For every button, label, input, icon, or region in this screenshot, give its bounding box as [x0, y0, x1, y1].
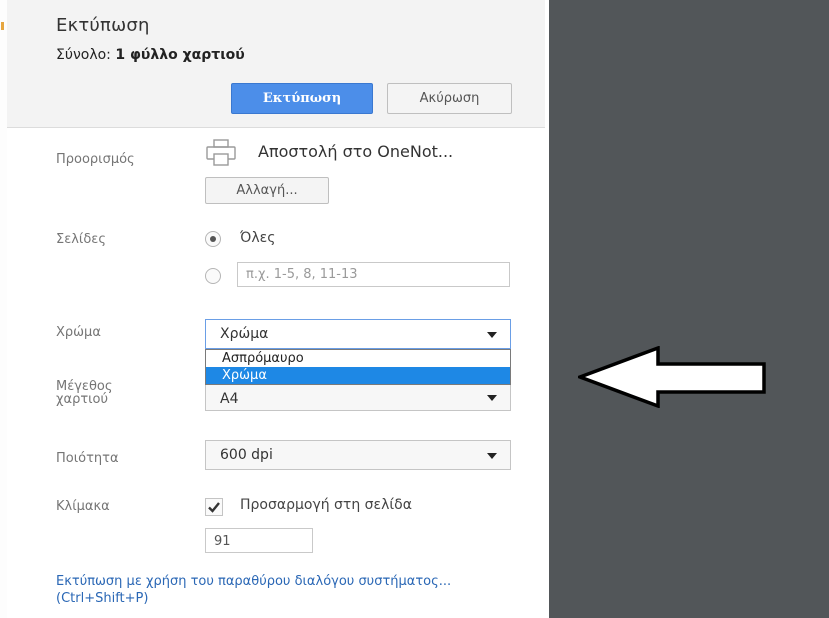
scale-input[interactable]: 91 [205, 528, 313, 553]
quality-label: Ποιότητα [56, 451, 119, 466]
cancel-button[interactable]: Ακύρωση [387, 83, 512, 114]
edge-marker [1, 22, 4, 30]
paper-size-label-text: Μέγεθος χαρτιού [56, 379, 113, 407]
radio-all-pages[interactable] [205, 231, 221, 247]
scale-label: Κλίμακα [56, 499, 110, 514]
radio-checked-icon [210, 236, 216, 242]
paper-size-select[interactable]: A4 [205, 381, 511, 411]
paper-size-label: Μέγεθος χαρτιού [56, 380, 146, 406]
left-edge-strip [0, 0, 7, 618]
dialog-title: Εκτύπωση [56, 15, 150, 36]
paper-size-value: A4 [220, 391, 239, 407]
system-dialog-link[interactable]: Εκτύπωση με χρήση του παραθύρου διαλόγου… [56, 573, 516, 607]
fit-to-page-label: Προσαρμογή στη σελίδα [240, 497, 412, 513]
chevron-down-icon [487, 332, 497, 338]
pages-label: Σελίδες [56, 232, 106, 247]
color-option-color[interactable]: Χρώμα [206, 367, 510, 384]
radio-custom-pages[interactable] [205, 268, 221, 284]
quality-value: 600 dpi [220, 447, 273, 463]
printer-icon [206, 139, 236, 166]
all-pages-label: Όλες [240, 230, 276, 246]
preview-divider [545, 0, 549, 618]
color-select-value: Χρώμα [220, 326, 269, 342]
custom-pages-input[interactable]: π.χ. 1-5, 8, 11-13 [237, 262, 510, 287]
sheet-summary: Σύνολο: 1 φύλλο χαρτιού [56, 47, 245, 63]
summary-prefix: Σύνολο: [56, 47, 111, 63]
left-arrow-icon [578, 346, 766, 408]
color-label: Χρώμα [56, 325, 101, 340]
chevron-down-icon [487, 453, 497, 459]
color-dropdown-list: Ασπρόμαυρο Χρώμα [205, 349, 511, 385]
print-button[interactable]: Εκτύπωση [231, 83, 373, 114]
destination-printer-name: Αποστολή στο OneNot... [258, 142, 454, 161]
color-option-bw[interactable]: Ασπρόμαυρο [206, 350, 510, 367]
quality-select[interactable]: 600 dpi [205, 440, 511, 470]
checkmark-icon [208, 502, 220, 513]
fit-to-page-checkbox[interactable] [205, 498, 223, 516]
chevron-down-icon [487, 395, 497, 401]
color-select[interactable]: Χρώμα [205, 319, 511, 349]
print-preview-area [545, 0, 829, 618]
destination-label: Προορισμός [56, 152, 135, 167]
change-destination-button[interactable]: Αλλαγή... [205, 177, 329, 204]
summary-value: 1 φύλλο χαρτιού [115, 47, 245, 63]
